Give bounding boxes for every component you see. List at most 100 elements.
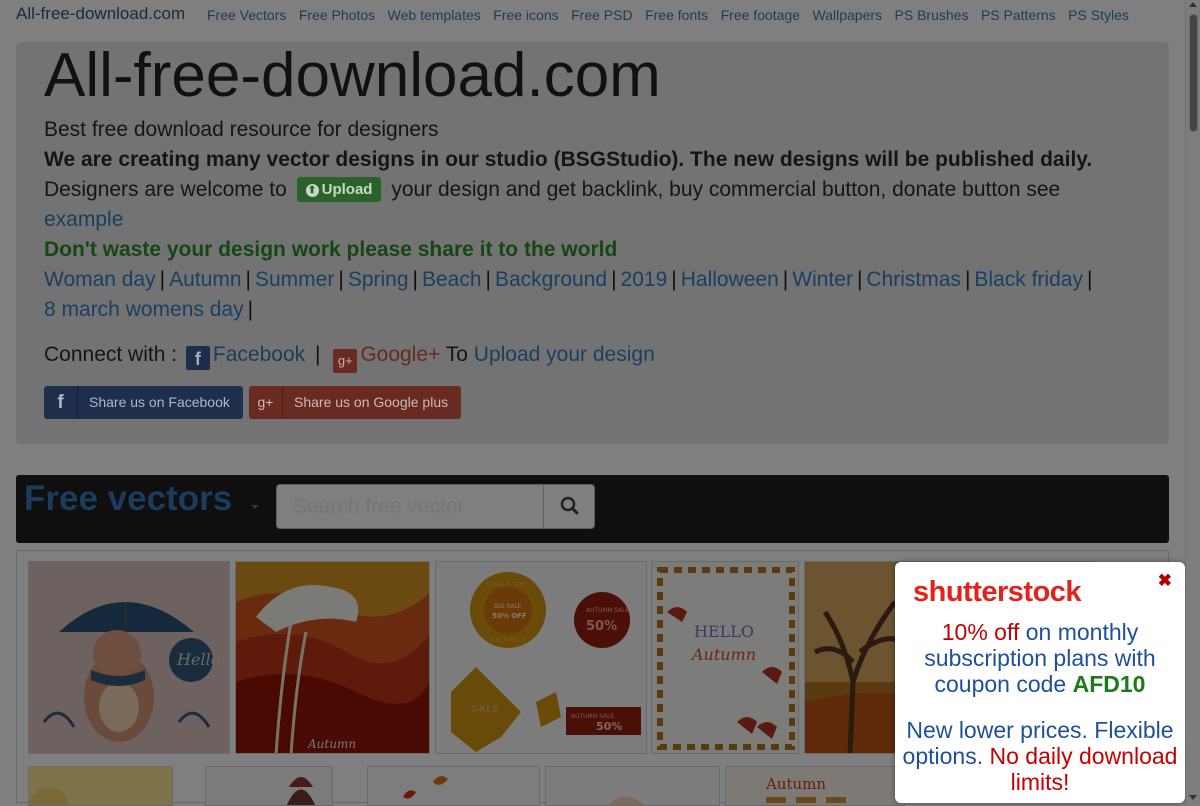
thumbnail-hello-autumn-frame[interactable]: HELLO Autumn xyxy=(651,561,799,754)
search-icon xyxy=(560,496,579,515)
free-vectors-bar: Free vectors xyxy=(16,475,1169,543)
row2-2-illustration xyxy=(206,767,332,805)
fifty-off-text: 50% OFF xyxy=(492,612,527,620)
topic-link-2019[interactable]: 2019 xyxy=(621,268,668,291)
hello-text: Hello xyxy=(176,650,220,669)
connect-row: Connect with : f Facebook | g+ Google+ To … xyxy=(44,340,655,373)
nav-link-free-icons[interactable]: Free icons xyxy=(493,7,558,23)
thumbnail-row2-4[interactable] xyxy=(545,766,720,806)
share-facebook-label: Share us on Facebook xyxy=(89,394,230,410)
topic-link-autumn[interactable]: Autumn xyxy=(169,268,241,291)
designers-pre-text: Designers are welcome to xyxy=(44,178,287,201)
thumbnail-row2-1[interactable] xyxy=(28,766,173,806)
shutterstock-logo[interactable]: shutterstock xyxy=(913,576,1082,609)
sale-text: SALE xyxy=(471,704,499,715)
thumbnail-row2-5[interactable]: Autumn xyxy=(725,766,905,806)
topic-link-woman-day[interactable]: Woman day xyxy=(44,268,156,291)
upload-button[interactable]: ⬆ Upload xyxy=(296,177,382,202)
nav-link-free-footage[interactable]: Free footage xyxy=(721,7,800,23)
topic-links-row-1: Woman day | Autumn | Summer | Spring | Beach | Bac… xyxy=(44,268,1093,291)
autumn-text: Autumn xyxy=(765,775,826,793)
nav-link-free-photos[interactable]: Free Photos xyxy=(299,7,375,23)
topic-links-row-2: 8 march womens day | xyxy=(44,298,254,321)
designers-line: Designers are welcome to ⬆ Upload your de… xyxy=(44,175,1060,205)
search-button[interactable] xyxy=(543,484,595,529)
scroll-down-icon[interactable] xyxy=(1189,795,1197,800)
google-plus-link[interactable]: Google+ xyxy=(360,343,440,366)
search-input[interactable] xyxy=(276,484,544,529)
thumbnail-hello-bear[interactable]: Hello xyxy=(28,561,230,754)
bear-umbrella-illustration: Hello xyxy=(29,562,229,753)
brand-link[interactable]: All-free-download.com xyxy=(16,4,185,24)
nav-link-free-vectors[interactable]: Free Vectors xyxy=(207,7,286,23)
topic-link-summer[interactable]: Summer xyxy=(255,268,334,291)
upload-button-label: Upload xyxy=(321,181,373,198)
upload-design-link[interactable]: Upload your design xyxy=(474,343,655,366)
close-icon[interactable]: ✖ xyxy=(1158,571,1172,591)
row2-5-illustration: Autumn xyxy=(726,767,904,805)
nav-link-web-templates[interactable]: Web templates xyxy=(388,7,481,23)
fifty-percent-text-2: 50% xyxy=(596,720,622,733)
discount-text: 10% off xyxy=(941,619,1020,645)
example-link[interactable]: example xyxy=(44,205,123,235)
autumn-waves-illustration: Autumn xyxy=(236,562,429,753)
connect-label: Connect with : xyxy=(44,343,178,366)
facebook-link[interactable]: Facebook xyxy=(213,343,305,366)
nav-link-ps-patterns[interactable]: PS Patterns xyxy=(981,7,1056,23)
topic-link-winter[interactable]: Winter xyxy=(792,268,853,291)
autumn-sale-text: AUTUMN SALE xyxy=(586,607,629,614)
promo-offer-text: 10% off on monthly subscription plans wi… xyxy=(901,619,1179,697)
share-appeal: Don't waste your design work please shar… xyxy=(44,238,618,261)
tagline: Best free download resource for designer… xyxy=(44,118,439,141)
page-scrollbar[interactable] xyxy=(1185,0,1200,803)
sample-text: SAMPLE TEXT xyxy=(486,582,527,589)
coupon-code: AFD10 xyxy=(1072,671,1146,697)
autumn-text: Autumn xyxy=(307,737,356,751)
thumbnail-row2-2[interactable] xyxy=(205,766,333,806)
prices-text: New lower prices. Flexible options. No d… xyxy=(901,717,1179,795)
nav-link-free-fonts[interactable]: Free fonts xyxy=(645,7,708,23)
topic-link-halloween[interactable]: Halloween xyxy=(681,268,779,291)
facebook-icon: f xyxy=(185,346,210,370)
row2-1-illustration xyxy=(29,767,172,805)
share-facebook-button[interactable]: f Share us on Facebook xyxy=(44,386,243,419)
thumbnail-autumn-sale-tags[interactable]: SAMPLE TEXT BIG SALE 50% OFF BEST PRICE … xyxy=(435,561,647,754)
upload-icon: ⬆ xyxy=(305,184,319,197)
hello-text: HELLO xyxy=(694,622,754,641)
nav-links: Free Vectors Free Photos Web templates F… xyxy=(207,7,1141,23)
nav-link-wallpapers[interactable]: Wallpapers xyxy=(813,7,883,23)
topic-link-beach[interactable]: Beach xyxy=(422,268,482,291)
autumn-sale-text-2: AUTUMN SALE xyxy=(571,713,614,720)
thumbnail-autumn-waves[interactable]: Autumn xyxy=(235,561,430,754)
no-limits-text: No daily download limits! xyxy=(989,743,1178,795)
shutterstock-promo-popup: shutterstock ✖ 10% off on monthly subscr… xyxy=(895,562,1185,803)
topic-link-8-march-womens-day[interactable]: 8 march womens day xyxy=(44,298,244,321)
hello-autumn-frame-illustration: HELLO Autumn xyxy=(652,562,798,753)
fifty-percent-text: 50% xyxy=(586,619,617,634)
scrollbar-thumb[interactable] xyxy=(1189,14,1198,132)
designers-post-text: your design and get backlink, buy commer… xyxy=(391,178,1061,201)
scroll-up-icon[interactable] xyxy=(1189,2,1197,7)
page-title: All-free-download.com xyxy=(44,41,661,110)
chevron-down-icon[interactable] xyxy=(251,505,259,509)
nav-link-ps-brushes[interactable]: PS Brushes xyxy=(895,7,969,23)
free-vectors-dropdown[interactable]: Free vectors xyxy=(24,479,232,519)
studio-note: We are creating many vector designs in o… xyxy=(44,148,1093,171)
thumbnail-row2-3[interactable] xyxy=(367,766,540,806)
topic-link-spring[interactable]: Spring xyxy=(348,268,409,291)
topic-link-background[interactable]: Background xyxy=(495,268,607,291)
to-label: To xyxy=(445,343,468,366)
row2-3-illustration xyxy=(368,767,539,805)
big-sale-text: BIG SALE xyxy=(494,603,522,610)
intro-panel: All-free-download.com Best free download… xyxy=(16,42,1169,444)
facebook-icon: f xyxy=(44,386,78,419)
row2-4-illustration xyxy=(546,767,719,805)
google-plus-icon: g+ xyxy=(333,349,358,373)
top-navigation: All-free-download.com Free Vectors Free … xyxy=(0,0,1185,32)
topic-link-black-friday[interactable]: Black friday xyxy=(974,268,1083,291)
sale-tags-illustration: SAMPLE TEXT BIG SALE 50% OFF BEST PRICE … xyxy=(436,562,646,753)
topic-link-christmas[interactable]: Christmas xyxy=(866,268,961,291)
nav-link-ps-styles[interactable]: PS Styles xyxy=(1068,7,1129,23)
nav-link-free-psd[interactable]: Free PSD xyxy=(571,7,632,23)
share-google-plus-button[interactable]: g+ Share us on Google plus xyxy=(249,386,461,419)
